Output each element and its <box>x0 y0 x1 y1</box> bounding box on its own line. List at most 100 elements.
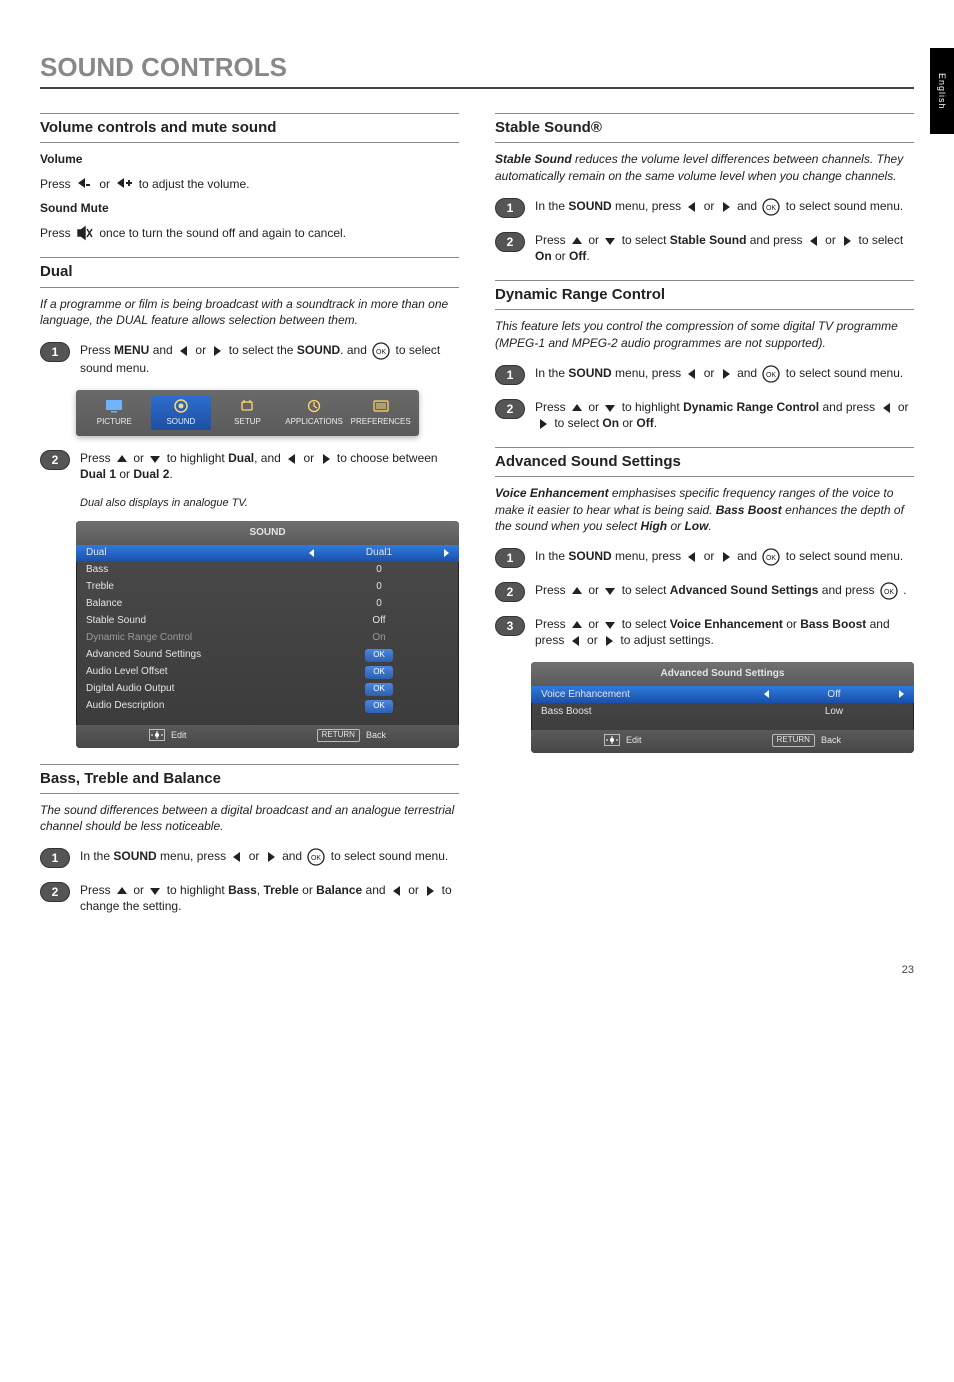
ribbon-setup[interactable]: SETUP <box>217 396 278 430</box>
osd-footer-edit: Edit <box>626 734 642 746</box>
step-badge-2: 2 <box>40 882 70 902</box>
osd-row-label: Treble <box>86 580 309 594</box>
osd-row[interactable]: Stable SoundOff <box>76 613 459 630</box>
step-badge-1: 1 <box>495 365 525 385</box>
osd-row[interactable]: Audio DescriptionOK <box>76 698 459 715</box>
left-arrow-icon <box>391 885 403 897</box>
up-arrow-icon <box>571 402 583 414</box>
page-number: 23 <box>40 963 914 978</box>
osd-row[interactable]: Digital Audio OutputOK <box>76 681 459 698</box>
svg-text:OK: OK <box>766 555 776 562</box>
osd-row[interactable]: DualDual1 <box>76 545 459 562</box>
ok-icon: OK <box>372 342 390 360</box>
ribbon-picture[interactable]: PICTURE <box>84 396 145 430</box>
stable-intro: Stable Sound reduces the volume level di… <box>495 151 914 183</box>
drc-step2: Press or to highlight Dynamic Range Cont… <box>535 399 914 431</box>
picture-icon <box>104 398 124 414</box>
osd-row-label: Bass <box>86 563 309 577</box>
ribbon-apps[interactable]: APPLICATIONS <box>284 396 345 430</box>
osd-row[interactable]: Balance0 <box>76 596 459 613</box>
svg-text:OK: OK <box>884 589 894 596</box>
down-arrow-icon <box>149 885 161 897</box>
osd-footer-back: Back <box>366 729 386 741</box>
ribbon-item-label: SOUND <box>166 417 195 428</box>
section-dual: Dual <box>40 257 459 287</box>
svg-text:OK: OK <box>766 205 776 212</box>
right-arrow-icon <box>841 235 853 247</box>
ok-icon: OK <box>762 365 780 383</box>
osd-row-value: On <box>309 631 449 645</box>
osd-row-label: Audio Description <box>86 699 309 713</box>
osd-footer: Edit RETURN Back <box>76 725 459 748</box>
osd-row[interactable]: Advanced Sound SettingsOK <box>76 647 459 664</box>
right-arrow-icon <box>720 368 732 380</box>
osd-row-value: OK <box>309 648 449 662</box>
subhead-mute: Sound Mute <box>40 200 459 216</box>
down-arrow-icon <box>604 235 616 247</box>
adv-step3: Press or to select Voice Enhancement or … <box>535 616 914 648</box>
sound-osd: SOUND DualDual1Bass0Treble0Balance0Stabl… <box>76 521 459 747</box>
left-arrow-icon <box>686 368 698 380</box>
osd-row[interactable]: Treble0 <box>76 579 459 596</box>
left-arrow-icon <box>808 235 820 247</box>
ribbon-prefs[interactable]: PREFERENCES <box>350 396 411 430</box>
osd-footer-back: Back <box>821 734 841 746</box>
left-arrow-icon <box>570 635 582 647</box>
step-badge-1: 1 <box>495 548 525 568</box>
vol-up-icon <box>115 176 133 192</box>
ribbon-item-label: SETUP <box>234 417 261 428</box>
right-arrow-icon <box>320 453 332 465</box>
vol-down-icon <box>76 176 94 192</box>
step-badge-1: 1 <box>40 342 70 362</box>
osd-row[interactable]: Bass0 <box>76 562 459 579</box>
osd-footer-edit: Edit <box>171 729 187 741</box>
osd-row-value: Dual1 <box>309 546 449 560</box>
osd-row[interactable]: Audio Level OffsetOK <box>76 664 459 681</box>
osd-row[interactable]: Bass BoostLow <box>531 703 914 720</box>
step-badge-2: 2 <box>40 450 70 470</box>
btb-step2: Press or to highlight Bass, Treble or Ba… <box>80 882 459 914</box>
ribbon-sound[interactable]: SOUND <box>151 396 212 430</box>
step-badge-1: 1 <box>495 198 525 218</box>
page-title: SOUND CONTROLS <box>40 50 914 89</box>
apps-icon <box>304 398 324 414</box>
svg-text:OK: OK <box>376 349 386 356</box>
left-arrow-icon <box>686 551 698 563</box>
osd-row[interactable]: Voice EnhancementOff <box>531 686 914 703</box>
right-arrow-icon <box>424 885 436 897</box>
drc-step1: In the SOUND menu, press or and OK to se… <box>535 365 914 383</box>
osd-row-value: OK <box>309 682 449 696</box>
btb-step1: In the SOUND menu, press or and OK to se… <box>80 848 459 866</box>
right-arrow-icon <box>265 851 277 863</box>
step-badge-2: 2 <box>495 399 525 419</box>
osd-row-value: 0 <box>309 563 449 577</box>
mute-paragraph: Press once to turn the sound off and aga… <box>40 225 459 242</box>
left-arrow-icon <box>686 201 698 213</box>
ribbon-item-label: PREFERENCES <box>351 417 411 428</box>
drc-intro: This feature lets you control the compre… <box>495 318 914 350</box>
down-arrow-icon <box>604 402 616 414</box>
osd-title: SOUND <box>76 521 459 545</box>
right-arrow-icon <box>603 635 615 647</box>
svg-text:OK: OK <box>766 372 776 379</box>
volume-paragraph: Press or to adjust the volume. <box>40 176 459 193</box>
down-arrow-icon <box>604 619 616 631</box>
right-arrow-icon <box>537 418 549 430</box>
left-arrow-icon <box>286 453 298 465</box>
sound-icon <box>171 398 191 414</box>
osd-row-label: Voice Enhancement <box>541 688 764 702</box>
up-arrow-icon <box>571 619 583 631</box>
osd-row-value: OK <box>309 665 449 679</box>
ribbon-item-label: APPLICATIONS <box>285 417 343 428</box>
left-arrow-icon <box>178 345 190 357</box>
mute-icon <box>76 225 94 241</box>
adv-step1: In the SOUND menu, press or and OK to se… <box>535 548 914 566</box>
up-arrow-icon <box>571 585 583 597</box>
adv-osd: Advanced Sound Settings Voice Enhancemen… <box>531 662 914 752</box>
section-volume-mute: Volume controls and mute sound <box>40 113 459 143</box>
osd-row-label: Dual <box>86 546 309 560</box>
osd-row[interactable]: Dynamic Range ControlOn <box>76 630 459 647</box>
down-arrow-icon <box>149 453 161 465</box>
osd-row-label: Dynamic Range Control <box>86 631 309 645</box>
dual-step1: Press MENU and or to select the SOUND. a… <box>80 342 459 376</box>
